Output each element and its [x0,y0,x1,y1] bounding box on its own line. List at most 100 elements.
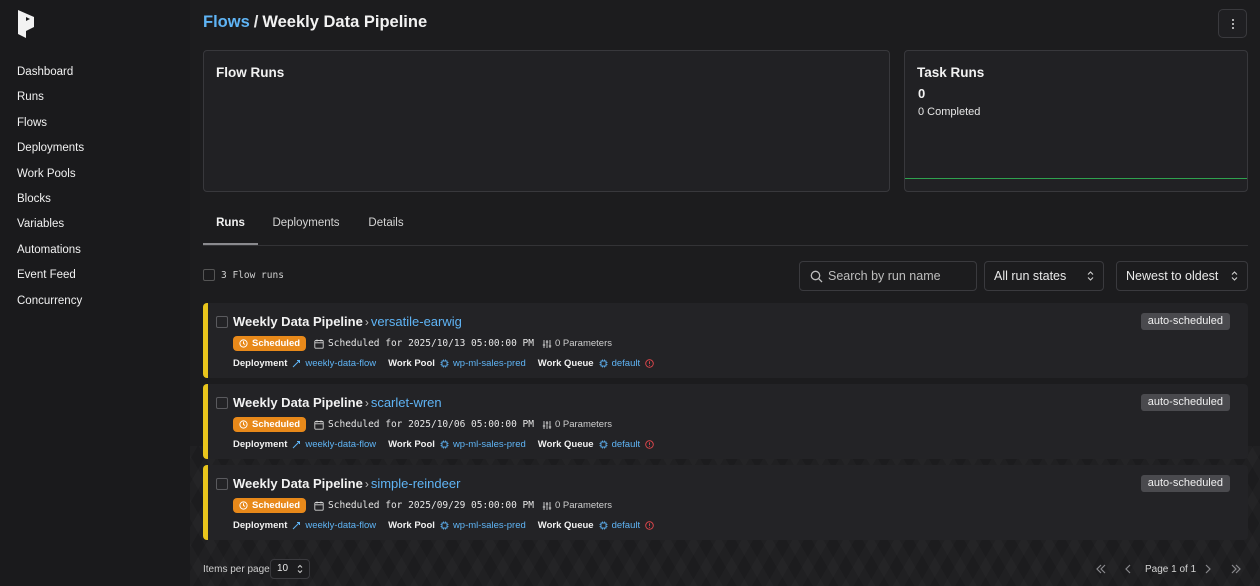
run-state-stripe [203,384,208,459]
tab-runs[interactable]: Runs [203,209,258,245]
chevron-up-down-icon [1087,271,1094,281]
state-badge[interactable]: Scheduled [233,336,307,351]
parameters-count[interactable]: 0 Parameters [555,500,612,511]
flow-run-title: Weekly Data Pipeline › simple-reindeer [233,476,460,491]
run-tag: auto-scheduled [1140,475,1230,492]
deployment-label: Deployment [233,358,288,369]
flow-name-link[interactable]: Weekly Data Pipeline [233,476,363,491]
work-pool-link[interactable]: wp-ml-sales-pred [453,358,526,369]
task-runs-card-title: Task Runs [917,65,985,80]
state-badge[interactable]: Scheduled [233,498,307,513]
clock-icon [239,420,248,429]
sidebar-item-blocks[interactable]: Blocks [17,188,84,213]
clock-icon [239,339,248,348]
next-page-icon[interactable] [1201,562,1215,576]
flow-run-title: Weekly Data Pipeline › versatile-earwig [233,314,462,329]
flow-run-name-link[interactable]: versatile-earwig [371,314,462,329]
sidebar-item-variables[interactable]: Variables [17,213,84,238]
tab-deployments[interactable]: Deployments [265,209,347,245]
flow-run-row[interactable]: Weekly Data Pipeline › scarlet-wren auto-s… [203,384,1248,459]
previous-page-icon[interactable] [1121,562,1135,576]
deployment-label: Deployment [233,439,288,450]
sidebar-item-runs[interactable]: Runs [17,86,84,111]
chevron-up-down-icon [297,564,303,574]
work-pool-link[interactable]: wp-ml-sales-pred [453,520,526,531]
search-input[interactable] [828,262,973,290]
scheduled-time: Scheduled for 2025/09/29 05:00:00 PM [328,500,534,511]
run-state-stripe [203,303,208,378]
state-label: Scheduled [252,500,301,511]
cpu-icon [440,359,449,368]
calendar-icon [314,339,324,349]
run-state-filter-value: All run states [994,269,1067,283]
run-details: Deployment weekly-data-flow Work Pool wp… [233,438,654,451]
sidebar-item-concurrency[interactable]: Concurrency [17,290,84,315]
calendar-icon [314,420,324,430]
work-pool-link[interactable]: wp-ml-sales-pred [453,439,526,450]
cpu-icon [440,521,449,530]
work-queue-link[interactable]: default [612,439,641,450]
flow-name-link[interactable]: Weekly Data Pipeline [233,314,363,329]
more-options-button[interactable] [1218,9,1247,38]
cpu-icon [599,440,608,449]
parameters-icon [542,420,552,429]
warning-icon[interactable] [645,440,654,449]
items-per-page-select[interactable]: 10 [270,559,310,579]
parameters-count[interactable]: 0 Parameters [555,419,612,430]
flow-run-checkbox[interactable] [216,316,228,328]
work-pool-label: Work Pool [388,358,435,369]
run-details: Deployment weekly-data-flow Work Pool wp… [233,357,654,370]
rocket-icon [293,522,301,530]
deployment-link[interactable]: weekly-data-flow [305,358,376,369]
items-per-page-value: 10 [277,563,289,574]
sidebar-item-work-pools[interactable]: Work Pools [17,163,84,188]
task-runs-sparkline [905,178,1247,179]
task-runs-completed: 0 Completed [918,106,981,118]
chevron-right-icon: › [364,396,369,410]
sort-value: Newest to oldest [1126,269,1219,283]
prefect-logo-icon[interactable] [16,10,36,38]
flow-run-name-link[interactable]: scarlet-wren [371,395,442,410]
work-queue-link[interactable]: default [612,520,641,531]
flow-run-row[interactable]: Weekly Data Pipeline › simple-reindeer aut… [203,465,1248,540]
sidebar-item-event-feed[interactable]: Event Feed [17,264,84,289]
parameters-icon [542,339,552,348]
flow-run-name-link[interactable]: simple-reindeer [371,476,461,491]
run-state-stripe [203,465,208,540]
scheduled-time: Scheduled for 2025/10/06 05:00:00 PM [328,419,534,430]
flow-runs-card: Flow Runs [203,50,890,192]
parameters-count[interactable]: 0 Parameters [555,338,612,349]
flow-run-checkbox[interactable] [216,397,228,409]
sidebar-item-automations[interactable]: Automations [17,239,84,264]
deployment-link[interactable]: weekly-data-flow [305,520,376,531]
cpu-icon [599,521,608,530]
flow-run-title: Weekly Data Pipeline › scarlet-wren [233,395,442,410]
sidebar-item-deployments[interactable]: Deployments [17,137,84,162]
flow-name-link[interactable]: Weekly Data Pipeline [233,395,363,410]
sidebar-item-dashboard[interactable]: Dashboard [17,61,84,86]
sort-select[interactable]: Newest to oldest [1116,261,1248,291]
run-tag: auto-scheduled [1140,313,1230,330]
first-page-icon[interactable] [1094,562,1108,576]
cpu-icon [440,440,449,449]
select-all-checkbox[interactable] [203,269,215,281]
flow-run-checkbox[interactable] [216,478,228,490]
run-meta: Scheduled Scheduled for 2025/09/29 05:00… [233,498,612,513]
sidebar-item-flows[interactable]: Flows [17,112,84,137]
flow-run-row[interactable]: Weekly Data Pipeline › versatile-earwig au… [203,303,1248,378]
deployment-link[interactable]: weekly-data-flow [305,439,376,450]
search-icon [810,270,823,283]
work-queue-link[interactable]: default [612,358,641,369]
run-state-filter-select[interactable]: All run states [984,261,1104,291]
last-page-icon[interactable] [1229,562,1243,576]
state-badge[interactable]: Scheduled [233,417,307,432]
chevron-right-icon: › [364,477,369,491]
clock-icon [239,501,248,510]
search-box [799,261,977,291]
tab-bar: Runs Deployments Details [203,209,1248,246]
warning-icon[interactable] [645,521,654,530]
rocket-icon [293,360,301,368]
warning-icon[interactable] [645,359,654,368]
breadcrumb-flows-link[interactable]: Flows [203,13,250,31]
tab-details[interactable]: Details [361,209,411,245]
